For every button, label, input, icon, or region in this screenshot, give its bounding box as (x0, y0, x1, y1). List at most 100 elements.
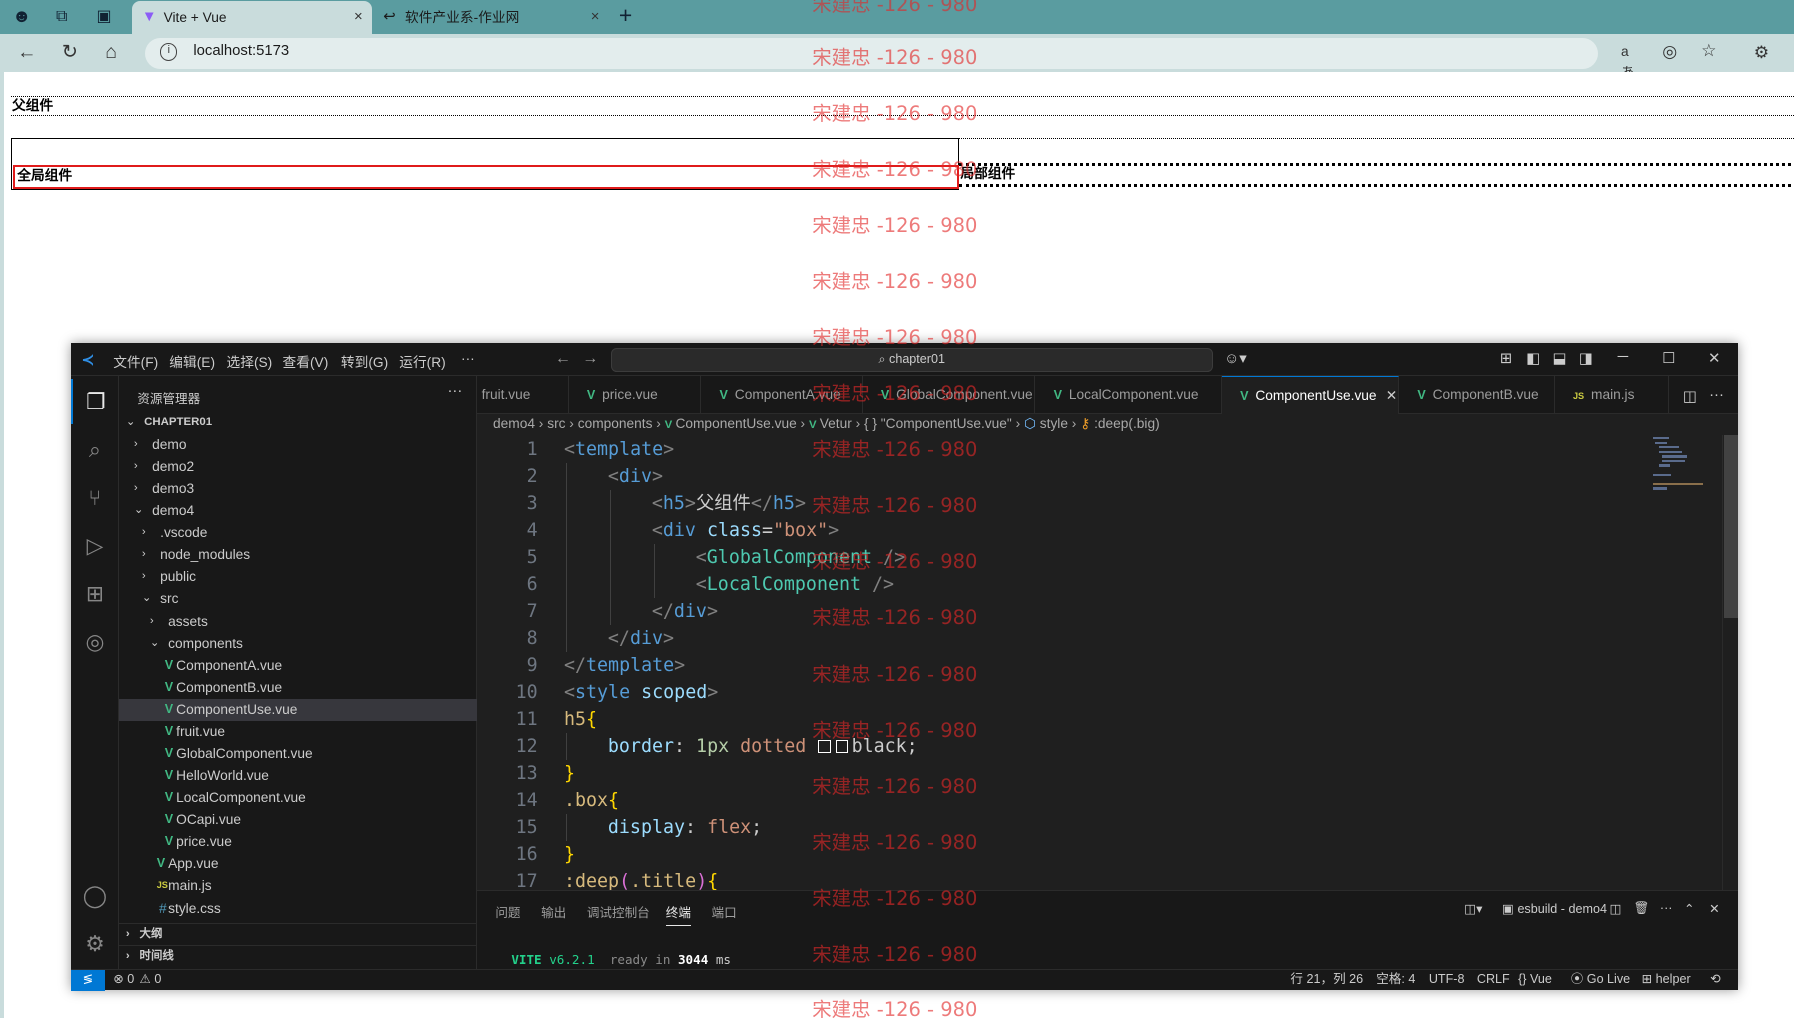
refresh-icon[interactable]: ↻ (62, 42, 78, 63)
split-terminal-icon[interactable]: ◫▾ (1464, 901, 1482, 916)
new-tab-button[interactable]: + (619, 3, 632, 28)
tree-item[interactable]: V LocalComponent.vue (119, 787, 477, 809)
tree-item[interactable]: ⌄ CHAPTER01 (119, 412, 477, 434)
color-swatch-icon[interactable] (835, 740, 849, 753)
panel-tab[interactable]: 输出 (541, 902, 566, 921)
home-icon[interactable]: ⌂ (105, 42, 117, 63)
kill-terminal-icon[interactable]: 🗑 (1634, 901, 1650, 916)
extensions-icon[interactable]: ⚙ (1754, 42, 1769, 63)
editor-tab[interactable]: V GlobalComponent.vue (863, 376, 1036, 415)
menu-selection[interactable]: 选择(S) (227, 351, 273, 371)
tree-item[interactable]: V ComponentB.vue (119, 677, 477, 699)
copilot-icon[interactable]: ☺▾ (1224, 349, 1247, 367)
tree-item[interactable]: › assets (119, 611, 477, 633)
breadcrumb-item[interactable]: components (578, 416, 653, 431)
editor-tab[interactable]: V ComponentB.vue (1399, 376, 1555, 415)
search-icon[interactable]: ⌕ (71, 427, 119, 473)
warnings-count[interactable]: ⚠ 0 (140, 970, 162, 989)
split-editor-icon[interactable]: ◫ (1683, 387, 1697, 405)
tree-item[interactable]: › demo (119, 434, 477, 456)
tree-item[interactable]: JS main.js (119, 875, 477, 897)
close-panel-icon[interactable]: ✕ (1709, 901, 1720, 916)
panel-tab[interactable]: 终端 (665, 902, 691, 926)
back-icon[interactable]: ← (17, 42, 36, 63)
breadcrumb-item[interactable]: :deep(.big) (1094, 416, 1160, 431)
scrollbar-thumb[interactable] (1723, 434, 1738, 618)
terminal-output[interactable]: VITE v6.2.1 ready in 3044 ms (511, 952, 731, 967)
workspaces-icon[interactable]: ⧉ (51, 7, 72, 28)
nav-forward-icon[interactable]: → (582, 350, 598, 368)
timeline-section[interactable]: › 时间线 (118, 944, 478, 967)
breadcrumb-item[interactable]: ComponentUse.vue (675, 416, 796, 431)
tree-item[interactable]: › .vscode (119, 522, 477, 544)
editor-scrollbar[interactable] (1721, 434, 1738, 890)
tree-item[interactable]: › demo3 (119, 478, 477, 500)
site-info-icon[interactable]: i (160, 43, 178, 61)
run-debug-icon[interactable]: ▷ (71, 523, 119, 569)
terminal-session[interactable]: ▣ esbuild - demo4 (1502, 901, 1607, 916)
helper-item[interactable]: ⊞ helper (1642, 970, 1691, 989)
profile-avatar-icon[interactable]: ☻ (11, 5, 32, 27)
editor-tab[interactable]: fruit.vue (477, 376, 569, 415)
panel-tab[interactable]: 问题 (495, 902, 520, 921)
end-of-line[interactable]: CRLF (1477, 970, 1510, 989)
panel-tab[interactable]: 调试控制台 (587, 902, 650, 921)
color-swatch-icon[interactable] (818, 740, 831, 753)
address-bar[interactable]: i localhost:5173 aあ ◎ ☆ (145, 37, 1717, 80)
tree-item[interactable]: Vfruit.vue (119, 721, 477, 743)
close-icon[interactable]: ✕ (1386, 388, 1398, 403)
tree-item[interactable]: V ComponentA.vue (119, 655, 477, 677)
minimap[interactable] (1653, 436, 1719, 496)
toggle-secondary-sidebar-icon[interactable]: ◨ (1579, 349, 1593, 367)
menu-edit[interactable]: 编辑(E) (169, 351, 215, 371)
explorer-more-icon[interactable]: ··· (447, 383, 462, 399)
indentation[interactable]: 空格: 4 (1376, 970, 1415, 989)
encoding[interactable]: UTF-8 (1429, 970, 1465, 989)
panel-tab[interactable]: 端口 (712, 902, 737, 921)
notifications-icon[interactable]: ⟲ (1710, 970, 1721, 989)
editor-more-icon[interactable]: ··· (1709, 387, 1724, 403)
editor-tab[interactable]: JS main.js (1555, 376, 1670, 415)
maximize-icon[interactable]: ☐ (1662, 349, 1675, 367)
minimize-icon[interactable]: ─ (1618, 349, 1629, 365)
breadcrumb-item[interactable]: src (547, 416, 565, 431)
errors-count[interactable]: ⊗ 0 (113, 970, 134, 989)
manage-gear-icon[interactable]: ⚙ (71, 921, 119, 967)
menu-file[interactable]: 文件(F) (113, 351, 158, 371)
menu-run[interactable]: 运行(R) (399, 351, 445, 371)
tree-item[interactable]: V HelloWorld.vue (119, 765, 477, 787)
language-mode[interactable]: {} Vue (1518, 970, 1552, 989)
tree-item[interactable]: › public (119, 566, 477, 588)
go-live-button[interactable]: ⦿ Go Live (1571, 970, 1630, 989)
tree-item[interactable]: ⌄ demo4 (119, 500, 477, 522)
menu-view[interactable]: 查看(V) (283, 351, 329, 371)
browser-tab-homework[interactable]: ↩ 软件产业系-作业网 × (373, 1, 609, 34)
tree-item[interactable]: V GlobalComponent.vue (119, 743, 477, 765)
toggle-sidebar-icon[interactable]: ◧ (1526, 349, 1540, 367)
tree-item[interactable]: V OCapi.vue (119, 809, 477, 831)
tree-item[interactable]: ⌄ components (119, 633, 477, 655)
outline-section[interactable]: › 大纲 (118, 923, 478, 945)
breadcrumb-item[interactable]: style (1040, 416, 1068, 431)
tree-item[interactable]: Vprice.vue (119, 831, 477, 853)
extensions-icon[interactable]: ⊞ (71, 571, 119, 617)
command-center[interactable]: ⌕ chapter01 (610, 347, 1213, 372)
cursor-position[interactable]: 行 21，列 26 (1290, 970, 1363, 989)
tree-item[interactable]: › node_modules (119, 544, 477, 566)
browser-tab-vite[interactable]: ▼ Vite + Vue × (131, 1, 372, 35)
breadcrumb-item[interactable]: demo4 (493, 416, 535, 431)
split-panel-icon[interactable]: ◫ (1610, 901, 1622, 916)
editor-tab[interactable]: V LocalComponent.vue (1035, 376, 1222, 415)
panel-more-icon[interactable]: ··· (1660, 901, 1673, 915)
menu-more[interactable]: ··· (461, 351, 475, 366)
edge-devtools-icon[interactable]: ◎ (71, 619, 119, 665)
code-editor[interactable]: 1 <template> 2 <div> 3 <h5>父组件</h5> 4 <div clas… (477, 434, 1738, 890)
editor-tab[interactable]: Vprice.vue (569, 376, 702, 415)
close-tab-icon[interactable]: × (354, 1, 363, 34)
toggle-panel-icon[interactable]: ⬓ (1552, 349, 1566, 367)
breadcrumb-item[interactable]: { } "ComponentUse.vue" (864, 416, 1012, 431)
favorite-star-icon[interactable]: ☆ (1701, 40, 1716, 61)
edge-copilot-icon[interactable]: ◎ (1662, 41, 1677, 62)
tab-actions-icon[interactable]: ▣ (94, 7, 115, 28)
tree-item[interactable]: # style.css (119, 898, 477, 920)
